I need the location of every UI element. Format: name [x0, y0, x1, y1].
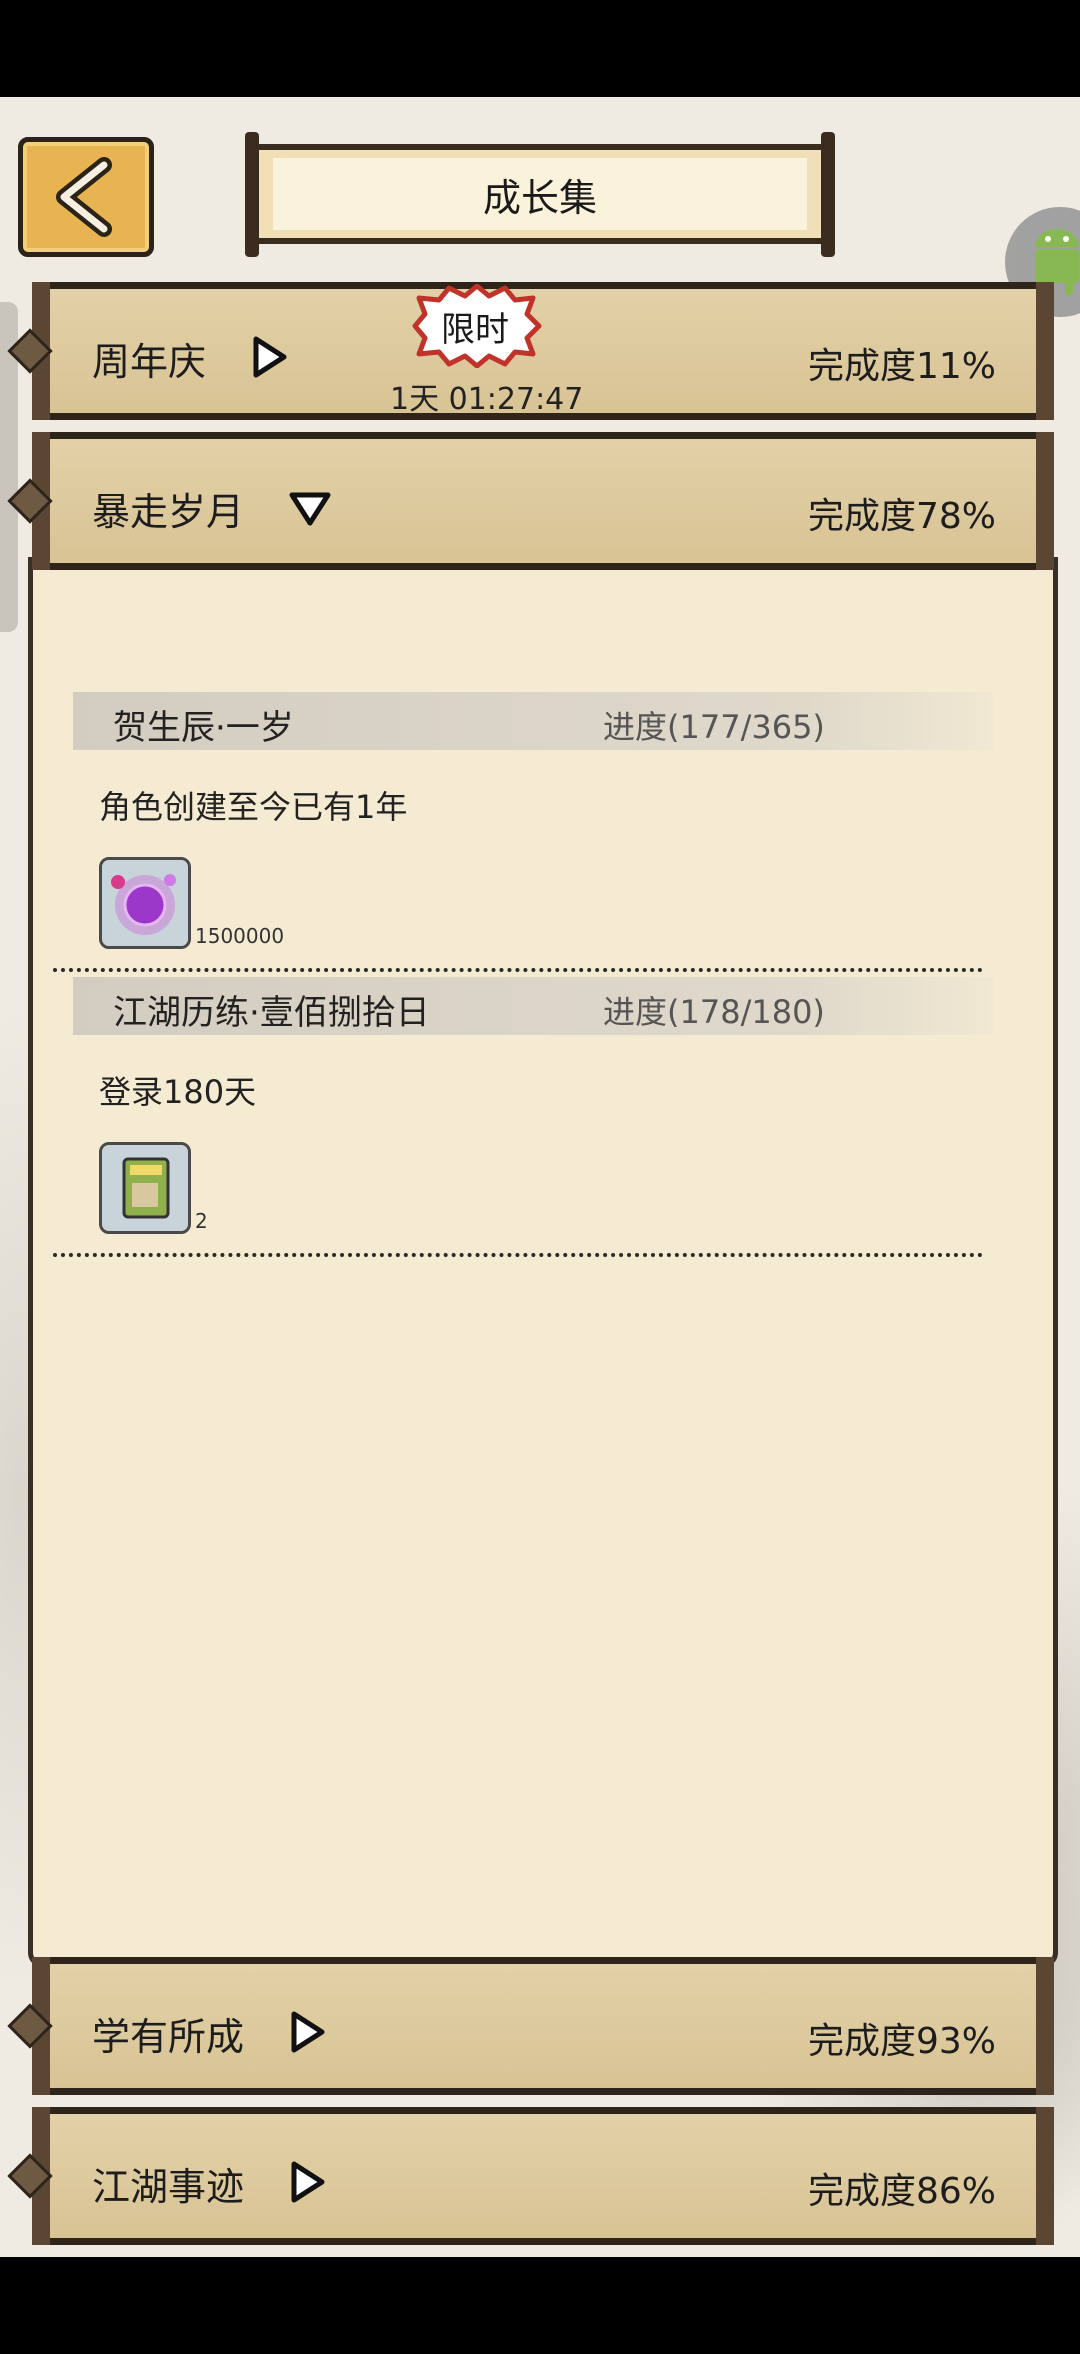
achievement-title: 贺生辰·一岁: [113, 708, 294, 748]
triangle-down-icon: [289, 492, 331, 526]
achievement-description: 登录180天: [99, 1073, 257, 1111]
reward-item[interactable]: [99, 857, 191, 949]
play-arrow-icon: [291, 2011, 325, 2053]
back-button[interactable]: [18, 137, 154, 257]
category-study-achievement[interactable]: 学有所成 完成度93%: [32, 1957, 1054, 2095]
page-title: 成长集: [482, 175, 597, 220]
scroll-rod-right: [821, 132, 835, 257]
play-arrow-icon: [253, 336, 287, 378]
reward-count: 1500000: [195, 924, 285, 948]
category-name: 江湖事迹: [92, 2165, 245, 2209]
achievement-title: 江湖历练·壹佰捌拾日: [113, 993, 430, 1033]
dotted-divider: [53, 1253, 983, 1257]
category-name: 学有所成: [92, 2015, 245, 2059]
limited-badge-label: 限时: [441, 309, 509, 350]
dotted-divider: [53, 968, 983, 972]
chevron-left-icon: [56, 157, 112, 237]
category-jianghu-deeds[interactable]: 江湖事迹 完成度86%: [32, 2107, 1054, 2245]
completion-text: 完成度78%: [807, 496, 996, 537]
category-name: 周年庆: [92, 340, 207, 384]
title-scroll: 成长集: [245, 132, 835, 257]
purple-orb-icon: [102, 860, 188, 946]
completion-text: 完成度93%: [807, 2021, 996, 2062]
achievement-progress: 进度(178/180): [603, 993, 825, 1031]
category-rampage-years[interactable]: 暴走岁月 完成度78%: [32, 432, 1054, 570]
countdown-timer: 1天 01:27:47: [390, 382, 584, 417]
play-arrow-icon: [291, 2161, 325, 2203]
achievement-description: 角色创建至今已有1年: [99, 788, 408, 826]
completion-text: 完成度86%: [807, 2171, 996, 2212]
limited-badge: 限时: [405, 284, 545, 368]
screen: 成长集 周年庆 完成度11% 限时 1天 01:27:47 贺生辰·一岁 进度(…: [0, 97, 1080, 2257]
category-name: 暴走岁月: [92, 490, 245, 534]
title-paper: 成长集: [259, 144, 821, 244]
reward-count: 2: [195, 1209, 208, 1233]
scroll-rod-left: [245, 132, 259, 257]
completion-text: 完成度11%: [807, 346, 996, 387]
achievement-panel: 贺生辰·一岁 进度(177/365) 角色创建至今已有1年 1500000 江湖…: [28, 557, 1058, 1967]
item-pack-icon: [102, 1145, 188, 1231]
achievement-progress: 进度(177/365): [603, 708, 825, 746]
reward-item[interactable]: [99, 1142, 191, 1234]
